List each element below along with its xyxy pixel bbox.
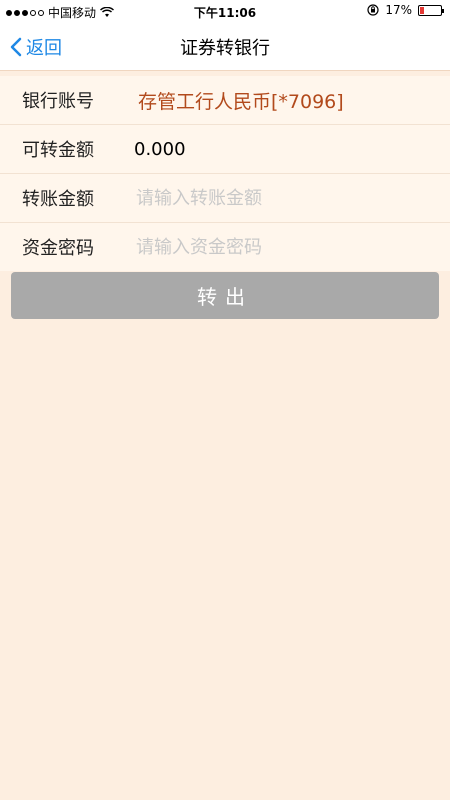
battery-icon — [418, 4, 444, 16]
navigation-bar: 返回 证券转银行 — [0, 22, 450, 71]
fund-password-row: 资金密码 — [0, 223, 450, 271]
bank-account-select[interactable]: 存管工行人民币[*7096] — [138, 87, 344, 114]
available-amount-label: 可转金额 — [22, 140, 94, 161]
fund-password-label: 资金密码 — [22, 238, 94, 259]
bank-account-row[interactable]: 银行账号 存管工行人民币[*7096] — [0, 76, 450, 125]
status-right: 17% — [367, 3, 444, 17]
rotation-lock-icon — [367, 4, 379, 16]
transfer-out-button[interactable]: 转出 — [11, 272, 439, 319]
transfer-amount-label: 转账金额 — [22, 189, 94, 210]
battery-percent: 17% — [385, 3, 412, 17]
fund-password-input[interactable] — [134, 235, 418, 259]
available-amount-value: 0.000 — [134, 138, 186, 160]
status-bar: 中国移动 下午11:06 17% — [0, 0, 450, 22]
transfer-form: 银行账号 存管工行人民币[*7096] 可转金额 0.000 转账金额 资金密码 — [0, 76, 450, 271]
transfer-amount-row: 转账金额 — [0, 174, 450, 223]
page-title: 证券转银行 — [180, 38, 270, 59]
bank-account-label: 银行账号 — [22, 91, 94, 112]
transfer-amount-input[interactable] — [134, 186, 418, 210]
available-amount-row: 可转金额 0.000 — [0, 125, 450, 174]
